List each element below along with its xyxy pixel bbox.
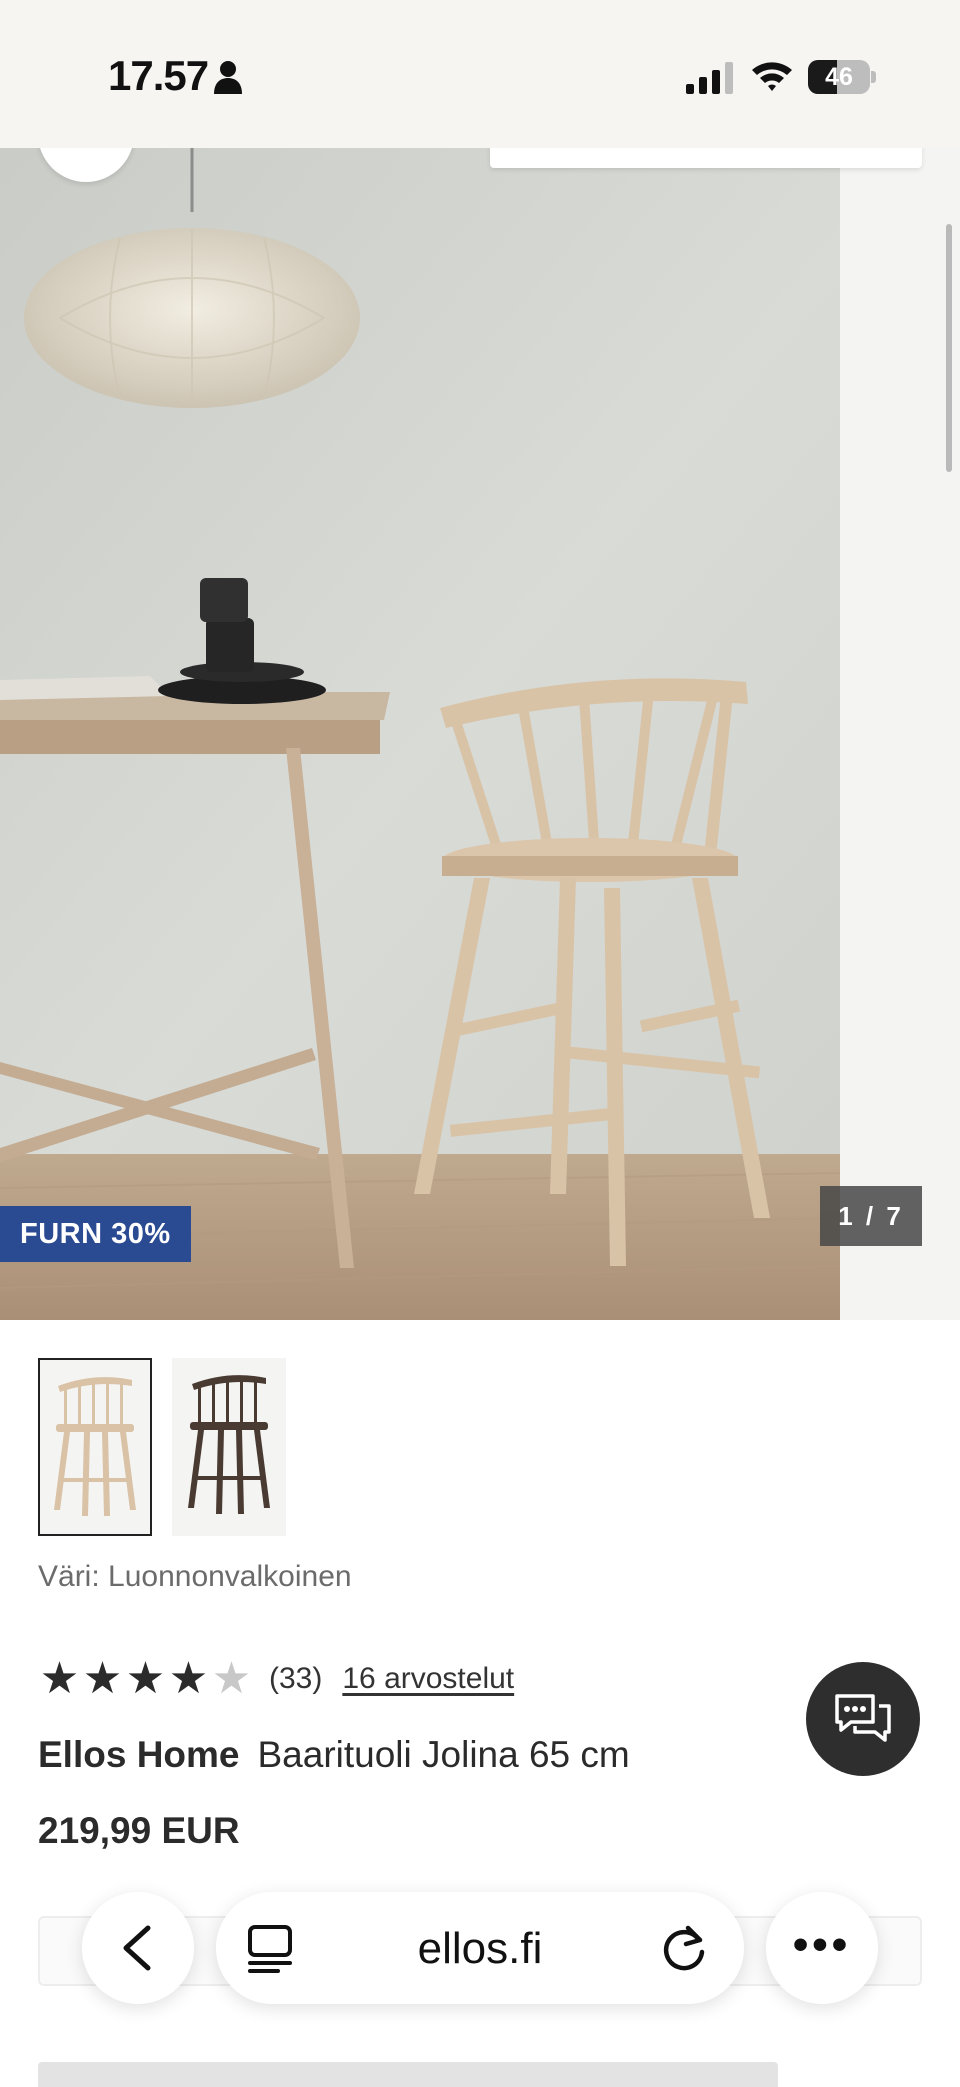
header-box[interactable] — [490, 148, 922, 168]
next-image-preview[interactable] — [840, 148, 960, 1320]
battery-level: 46 — [825, 63, 853, 91]
rating-count: (33) — [269, 1662, 323, 1695]
reload-icon[interactable] — [658, 1922, 710, 1974]
color-thumbnail-natural[interactable] — [38, 1358, 152, 1536]
chat-button[interactable] — [806, 1662, 920, 1776]
star-empty-icon: ★ — [211, 1654, 252, 1703]
reviews-link[interactable]: 16 arvostelut — [342, 1662, 514, 1696]
product-title: Ellos Home Baarituoli Jolina 65 cm — [38, 1734, 630, 1776]
scrollbar[interactable] — [946, 224, 952, 472]
cellular-signal-icon — [686, 62, 733, 94]
background-button — [38, 2062, 778, 2087]
star-filled-icon: ★ — [39, 1654, 80, 1703]
browser-more-button[interactable]: ••• — [766, 1892, 878, 2004]
color-thumbnail-dark-brown[interactable] — [172, 1358, 286, 1536]
product-name: Baarituoli Jolina 65 cm — [257, 1734, 630, 1775]
address-bar[interactable]: ellos.fi — [216, 1892, 744, 2004]
product-hero-image[interactable] — [0, 148, 840, 1320]
more-icon: ••• — [792, 1920, 852, 1969]
browser-back-button[interactable] — [82, 1892, 194, 2004]
image-counter: 1 / 7 — [820, 1186, 922, 1246]
back-chevron-icon — [123, 1925, 151, 1971]
status-time: 17.57 — [108, 52, 209, 99]
product-price: 219,99 EUR — [38, 1810, 240, 1851]
product-image-gallery[interactable]: FURN 30% 1 / 7 — [0, 148, 960, 1320]
discount-badge: FURN 30% — [0, 1206, 191, 1262]
chat-bubbles-icon — [835, 1694, 891, 1742]
star-filled-icon: ★ — [82, 1654, 123, 1703]
product-brand[interactable]: Ellos Home — [38, 1734, 240, 1775]
selected-color-label: Väri: Luonnonvalkoinen — [38, 1560, 352, 1593]
person-icon — [214, 61, 242, 94]
rating-stars: ★ ★ ★ ★ ★ — [38, 1657, 253, 1701]
wifi-icon — [752, 62, 792, 91]
product-rating: ★ ★ ★ ★ ★ (33) 16 arvostelut — [38, 1654, 514, 1704]
star-filled-icon: ★ — [168, 1654, 209, 1703]
battery-icon: 46 — [808, 60, 876, 94]
status-bar: 17.57 46 — [0, 0, 960, 148]
star-filled-icon: ★ — [125, 1654, 166, 1703]
